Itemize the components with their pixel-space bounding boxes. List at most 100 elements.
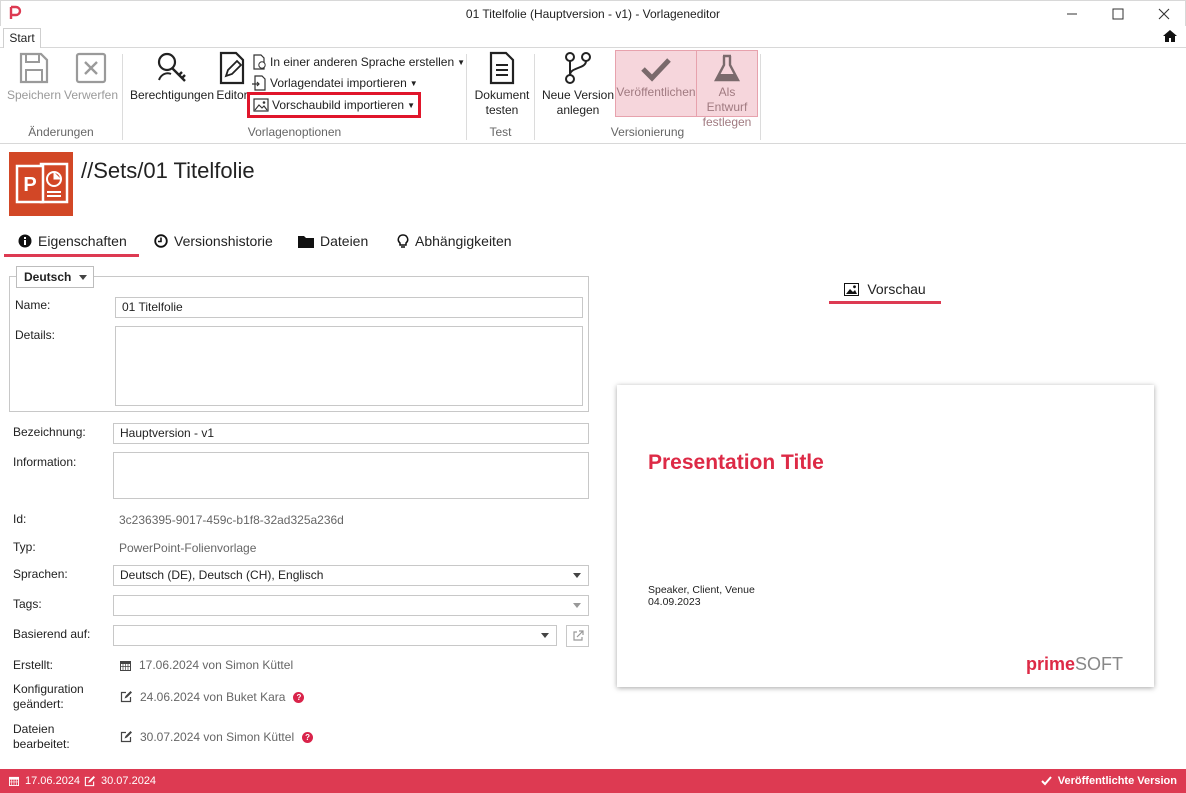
dropdown-caret-icon: ▼ [407, 100, 415, 110]
checkmark-icon [641, 58, 671, 82]
calendar-icon [120, 660, 131, 671]
group-test-label: Test [489, 125, 512, 139]
save-icon [19, 52, 49, 84]
slide-preview: Presentation Title Speaker, Client, Venu… [617, 385, 1154, 687]
information-field[interactable] [113, 452, 589, 499]
primesoft-logo: primeSOFT [1026, 654, 1123, 675]
designation-field[interactable]: Hauptversion - v1 [113, 423, 589, 444]
detail-tabs: Eigenschaften Versionshistorie Dateien A… [0, 226, 1186, 257]
create-other-language-button[interactable]: In einer anderen Sprache erstellen ▼ [252, 52, 465, 72]
files-edited-value: 30.07.2024 von Simon Küttel [140, 730, 295, 744]
import-preview-image-button[interactable]: Vorschaubild importieren ▼ [247, 92, 421, 118]
dropdown-caret-icon: ▼ [457, 57, 466, 67]
home-icon[interactable] [1162, 29, 1178, 43]
lightbulb-icon [397, 233, 409, 248]
config-changed-value: 24.06.2024 von Buket Kara [140, 690, 286, 704]
chevron-down-icon [573, 603, 581, 608]
permissions-button[interactable]: Berechtigungen [128, 50, 216, 103]
maximize-icon [1112, 8, 1124, 20]
status-created-date: 17.06.2024 [25, 775, 81, 787]
page-title: //Sets/01 Titelfolie [81, 158, 255, 183]
tab-dependencies[interactable]: Abhängigkeiten [397, 226, 512, 256]
editor-button[interactable]: Editor [215, 50, 249, 103]
status-published: Veröffentlichte Version [1041, 769, 1177, 793]
tab-dependencies-label: Abhängigkeiten [415, 233, 512, 249]
languages-select[interactable]: Deutsch (DE), Deutsch (CH), Englisch [113, 565, 589, 586]
powerpoint-letter: P [23, 174, 36, 196]
created-value-row: 17.06.2024 von Simon Küttel [120, 658, 293, 672]
document-icon [489, 51, 515, 85]
discard-button[interactable]: Verwerfen [62, 50, 120, 103]
tab-properties[interactable]: Eigenschaften [4, 226, 139, 257]
tab-version-history-label: Versionshistorie [174, 233, 273, 249]
name-label: Name: [15, 298, 51, 312]
tab-properties-label: Eigenschaften [38, 233, 127, 249]
slide-subtitle: Speaker, Client, Venue 04.09.2023 [648, 584, 755, 608]
new-version-button[interactable]: Neue Version anlegen [539, 50, 617, 118]
import-template-file-button[interactable]: Vorlagendatei importieren ▼ [252, 73, 418, 93]
image-icon [253, 97, 269, 112]
help-icon[interactable]: ? [293, 691, 305, 703]
permissions-label: Berechtigungen [129, 88, 215, 102]
ribbon-tab-row: Start [0, 26, 1186, 49]
minimize-button[interactable] [1049, 1, 1095, 27]
details-label: Details: [15, 328, 56, 342]
status-edited-date: 30.07.2024 [101, 775, 157, 787]
editor-icon [219, 51, 245, 85]
import-preview-image-label: Vorschaubild importieren [272, 98, 405, 112]
language-select-value: Deutsch [24, 270, 72, 284]
based-on-label: Basierend auf: [13, 627, 91, 641]
tab-start[interactable]: Start [3, 28, 41, 49]
details-field[interactable] [115, 326, 583, 406]
edit-icon [84, 775, 95, 786]
maximize-button[interactable] [1095, 1, 1141, 27]
tab-version-history[interactable]: Versionshistorie [154, 226, 273, 256]
group-template-options-label: Vorlagenoptionen [247, 125, 342, 139]
tab-files[interactable]: Dateien [298, 226, 368, 256]
publish-label: Veröffentlichen [616, 85, 696, 99]
set-draft-label-1: Als Entwurf [706, 85, 748, 114]
branch-icon [565, 52, 591, 84]
chevron-down-icon [79, 275, 87, 280]
tags-select[interactable] [113, 595, 589, 616]
languages-label: Sprachen: [13, 567, 68, 581]
permissions-icon [157, 52, 186, 82]
chevron-down-icon [573, 573, 581, 578]
window-title: 01 Titelfolie (Hauptversion - v1) - Vorl… [465, 7, 721, 21]
type-value: PowerPoint-Folienvorlage [119, 541, 257, 555]
test-document-button[interactable]: Dokument testen [471, 50, 533, 118]
powerpoint-logo-icon: P [15, 162, 69, 204]
flask-icon [714, 54, 740, 82]
files-edited-label: Dateien bearbeitet: [13, 722, 70, 752]
group-template-options: Berechtigungen Editor In einer anderen S… [123, 48, 466, 144]
import-template-file-label: Vorlagendatei importieren [270, 76, 407, 90]
edit-icon [120, 691, 132, 703]
help-icon[interactable]: ? [302, 731, 314, 743]
discard-icon [75, 52, 107, 84]
config-changed-label-line2: geändert: [13, 697, 64, 711]
group-versioning: Neue Version anlegen Veröffentlichen Als… [535, 48, 760, 144]
ribbon: Speichern Verwerfen Änderungen Berechtig… [0, 48, 1186, 144]
close-button[interactable] [1141, 1, 1186, 27]
open-external-button[interactable] [566, 625, 589, 647]
config-changed-label: Konfiguration geändert: [13, 682, 84, 712]
publish-button[interactable]: Veröffentlichen [615, 50, 697, 117]
document-globe-icon [253, 54, 266, 70]
group-changes: Speichern Verwerfen Änderungen [0, 48, 122, 144]
powerpoint-icon: P [9, 152, 73, 216]
clock-icon [154, 234, 168, 248]
calendar-icon [9, 776, 19, 786]
group-versioning-label: Versionierung [610, 125, 685, 139]
files-edited-label-line2: bearbeitet: [13, 737, 70, 751]
language-select[interactable]: Deutsch [16, 266, 94, 288]
name-field[interactable]: 01 Titelfolie [115, 297, 583, 318]
tab-preview[interactable]: Vorschau [829, 274, 941, 304]
based-on-select[interactable] [113, 625, 557, 646]
save-button[interactable]: Speichern [6, 50, 62, 103]
create-other-language-label: In einer anderen Sprache erstellen [270, 55, 455, 69]
test-document-label-1: Dokument [474, 88, 530, 102]
new-version-label-1: Neue Version [541, 88, 615, 102]
set-draft-button[interactable]: Als Entwurf festlegen [696, 50, 758, 129]
info-icon [18, 234, 32, 248]
edit-icon [120, 731, 132, 743]
